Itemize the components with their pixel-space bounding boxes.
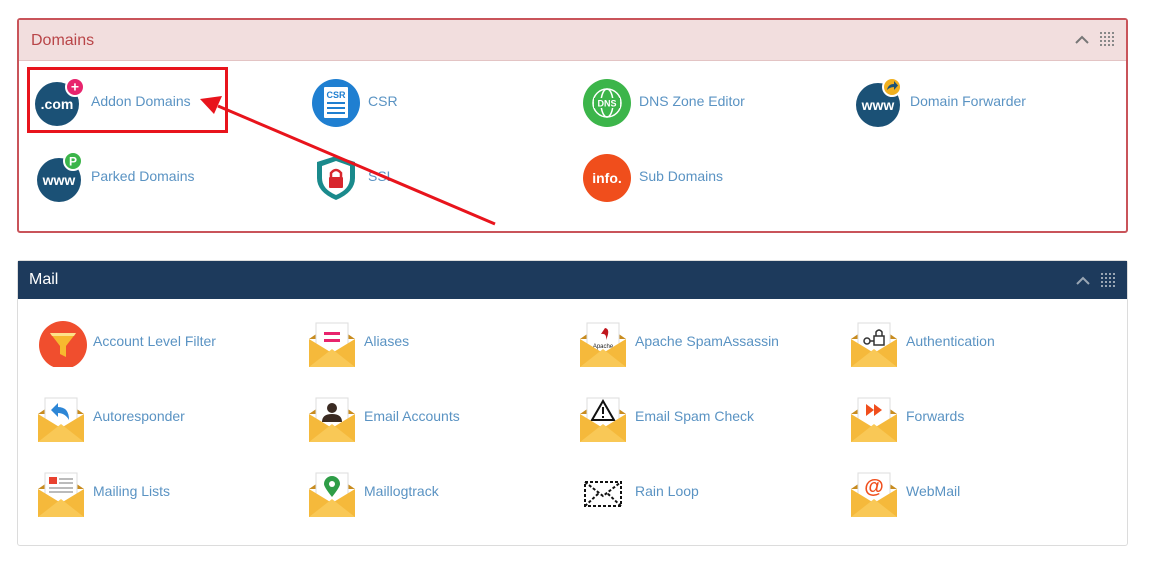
mailing-lists-label[interactable]: Mailing Lists <box>93 483 170 499</box>
svg-text:www: www <box>861 97 895 113</box>
forwards-item[interactable]: Forwards <box>848 385 964 447</box>
domains-panel-title: Domains <box>31 32 95 49</box>
csr-item[interactable]: CSR CSR <box>310 70 398 132</box>
chevron-up-icon[interactable] <box>1074 32 1090 48</box>
csr-label[interactable]: CSR <box>368 93 398 109</box>
email-spam-check-item[interactable]: Email Spam Check <box>577 385 754 447</box>
forwards-envelope-icon <box>851 397 897 442</box>
filter-funnel-icon <box>39 321 87 367</box>
email-accounts-label[interactable]: Email Accounts <box>364 408 460 424</box>
maillogtrack-envelope-icon <box>309 472 355 517</box>
mailing-lists-envelope-icon <box>38 472 84 517</box>
authentication-envelope-icon <box>851 322 897 367</box>
annotation-highlight-box <box>27 67 228 133</box>
parked-domains-label[interactable]: Parked Domains <box>91 168 195 184</box>
sub-domains-icon: info. <box>583 154 631 202</box>
parked-domains-item[interactable]: www P Parked Domains <box>33 145 195 207</box>
svg-text:P: P <box>69 155 77 169</box>
csr-icon: CSR <box>312 79 360 127</box>
aliases-envelope-icon <box>309 322 355 367</box>
authentication-label[interactable]: Authentication <box>906 333 995 349</box>
parked-domains-icon: www P <box>37 151 83 202</box>
domain-forwarder-icon: www <box>856 77 902 127</box>
dns-zone-editor-icon: DNS <box>583 79 631 127</box>
webmail-envelope-icon: @ <box>851 472 897 517</box>
domain-forwarder-item[interactable]: www Domain Forwarder <box>852 70 1026 132</box>
email-accounts-envelope-icon <box>309 397 355 442</box>
ssl-icon <box>317 156 355 200</box>
sub-domains-label[interactable]: Sub Domains <box>639 168 723 184</box>
domains-panel-header[interactable]: Domains <box>19 20 1126 61</box>
svg-text:@: @ <box>864 476 884 498</box>
svg-text:DNS: DNS <box>597 99 616 109</box>
dns-zone-editor-label[interactable]: DNS Zone Editor <box>639 93 745 109</box>
webmail-label[interactable]: WebMail <box>906 483 960 499</box>
forwards-label[interactable]: Forwards <box>906 408 964 424</box>
spamassassin-envelope-icon: Apache <box>580 322 626 367</box>
ssl-label[interactable]: SSL <box>368 168 394 184</box>
autoresponder-envelope-icon <box>38 397 84 442</box>
apache-spamassassin-item[interactable]: Apache Apache SpamAssassin <box>577 310 779 372</box>
spam-check-envelope-icon <box>580 397 626 442</box>
ssl-item[interactable]: SSL <box>310 145 394 207</box>
maillogtrack-item[interactable]: Maillogtrack <box>306 460 439 522</box>
mail-panel-title: Mail <box>29 271 59 288</box>
webmail-item[interactable]: @ WebMail <box>848 460 960 522</box>
mail-panel-header[interactable]: Mail <box>18 261 1127 299</box>
aliases-item[interactable]: Aliases <box>306 310 409 372</box>
rainloop-envelope-icon <box>584 481 622 507</box>
sub-domains-item[interactable]: info. Sub Domains <box>581 145 723 207</box>
svg-text:www: www <box>42 172 76 188</box>
drag-handle-icon[interactable] <box>1101 273 1117 289</box>
authentication-item[interactable]: Authentication <box>848 310 995 372</box>
aliases-label[interactable]: Aliases <box>364 333 409 349</box>
dns-zone-editor-item[interactable]: DNS DNS Zone Editor <box>581 70 745 132</box>
rain-loop-item[interactable]: Rain Loop <box>577 460 699 522</box>
autoresponder-label[interactable]: Autoresponder <box>93 408 185 424</box>
domain-forwarder-label[interactable]: Domain Forwarder <box>910 93 1026 109</box>
email-accounts-item[interactable]: Email Accounts <box>306 385 460 447</box>
email-spam-check-label[interactable]: Email Spam Check <box>635 408 754 424</box>
rain-loop-label[interactable]: Rain Loop <box>635 483 699 499</box>
svg-text:CSR: CSR <box>326 90 346 100</box>
mailing-lists-item[interactable]: Mailing Lists <box>35 460 170 522</box>
account-level-filter-label[interactable]: Account Level Filter <box>93 333 216 349</box>
autoresponder-item[interactable]: Autoresponder <box>35 385 185 447</box>
chevron-up-icon[interactable] <box>1075 273 1091 289</box>
maillogtrack-label[interactable]: Maillogtrack <box>364 483 439 499</box>
apache-spamassassin-label[interactable]: Apache SpamAssassin <box>635 333 779 349</box>
drag-handle-icon[interactable] <box>1100 32 1116 48</box>
account-level-filter-item[interactable]: Account Level Filter <box>35 310 216 372</box>
svg-text:info.: info. <box>592 170 622 186</box>
